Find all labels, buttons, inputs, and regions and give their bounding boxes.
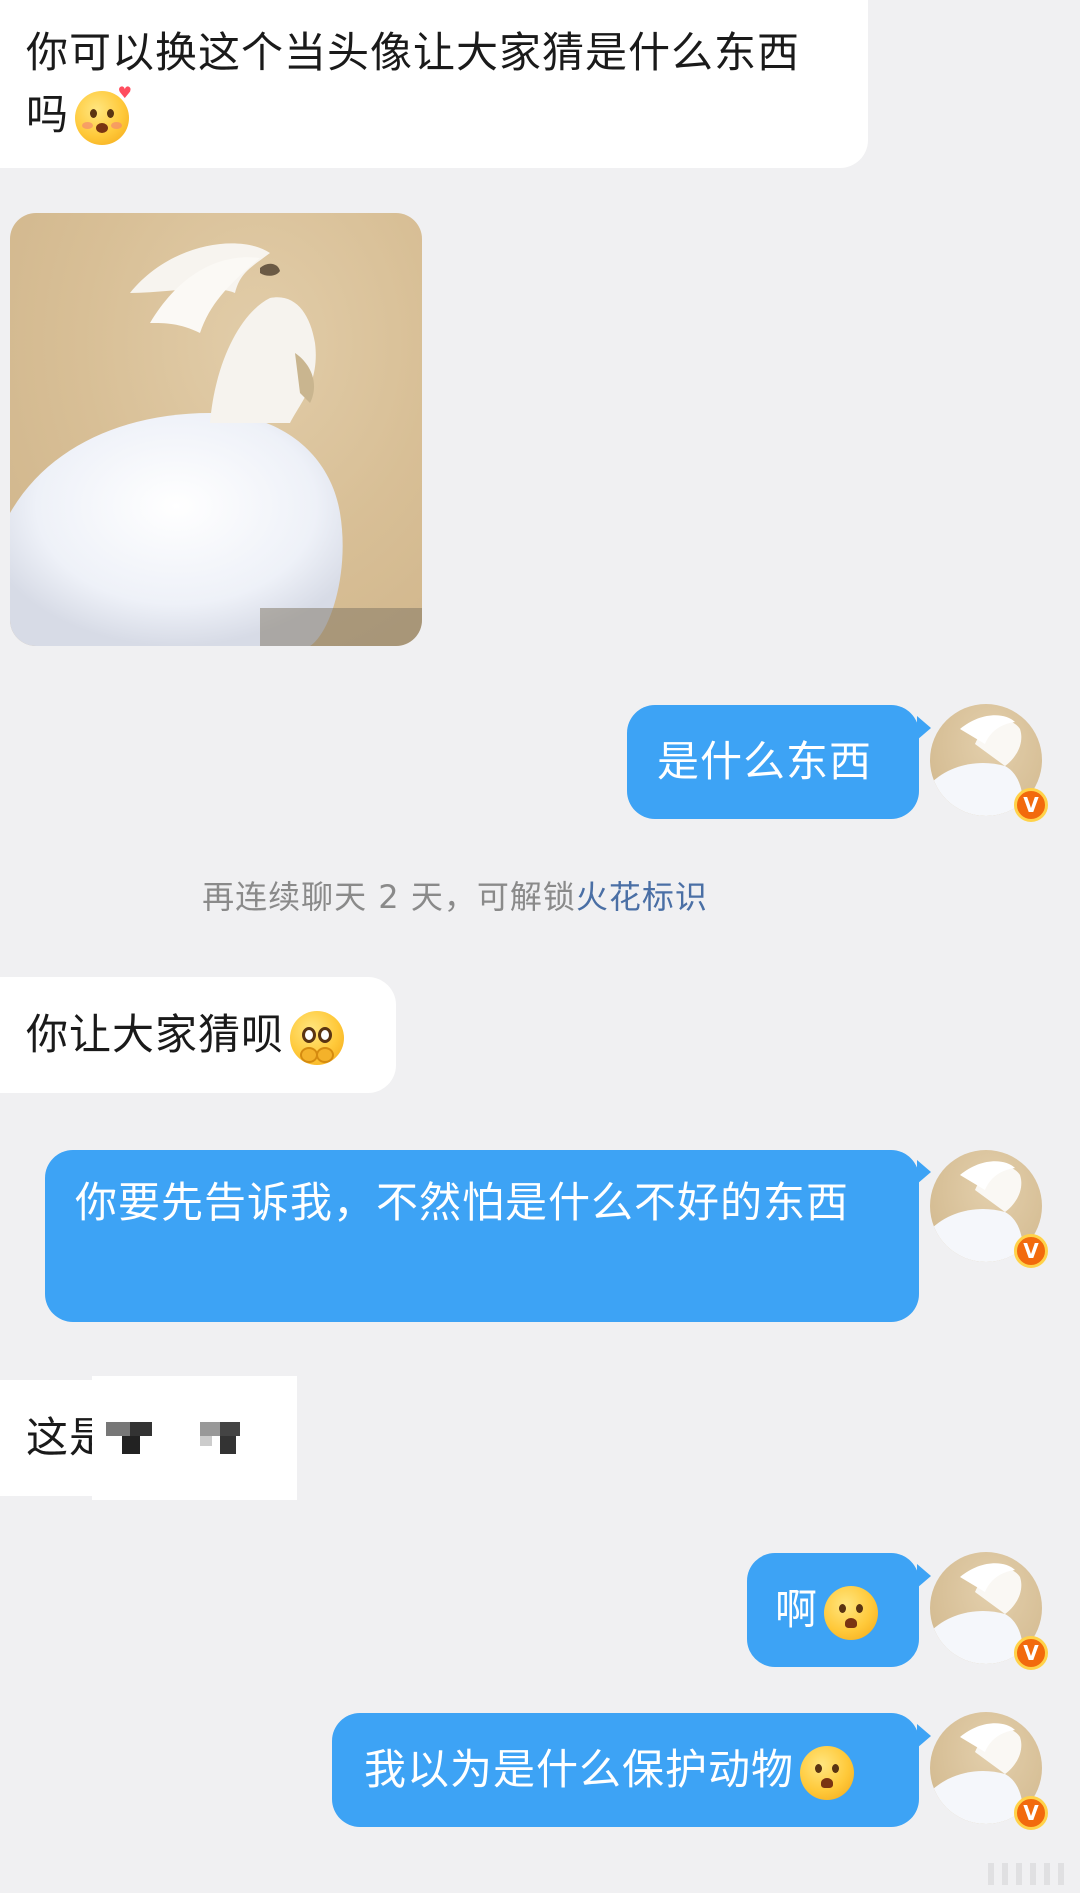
message-text: 是什么东西 bbox=[657, 737, 873, 786]
bubble-tail bbox=[917, 1564, 931, 1588]
my-avatar[interactable]: V bbox=[930, 1552, 1048, 1670]
my-avatar[interactable]: V bbox=[930, 1150, 1048, 1268]
my-avatar[interactable]: V bbox=[930, 704, 1048, 822]
message-text: 你可以换这个当头像让大家猜是什么东西吗 bbox=[26, 28, 801, 139]
bubble-tail bbox=[917, 716, 931, 740]
message-text: 你要先告诉我，不然怕是什么不好的东西 bbox=[75, 1178, 850, 1227]
message-text: 你让大家猜呗 bbox=[26, 1010, 285, 1059]
message-bubble-outgoing[interactable]: 我以为是什么保护动物 bbox=[332, 1713, 919, 1827]
message-bubble-incoming[interactable]: 你可以换这个当头像让大家猜是什么东西吗 ♥ bbox=[0, 0, 868, 168]
message-text: 啊 bbox=[775, 1585, 819, 1634]
message-bubble-outgoing[interactable]: 啊 bbox=[747, 1553, 919, 1667]
bubble-tail bbox=[917, 1160, 931, 1184]
emoji-pleading-icon bbox=[290, 1010, 345, 1065]
notice-text: 再连续聊天 2 天，可解锁 bbox=[202, 878, 576, 916]
my-avatar[interactable]: V bbox=[930, 1712, 1048, 1830]
verified-badge-icon: V bbox=[1014, 1636, 1048, 1670]
message-bubble-outgoing[interactable]: 你要先告诉我，不然怕是什么不好的东西 bbox=[45, 1150, 919, 1322]
verified-badge-icon: V bbox=[1014, 788, 1048, 822]
censor-mask bbox=[92, 1376, 297, 1500]
verified-badge-icon: V bbox=[1014, 1234, 1048, 1268]
emoji-blush-heart-icon: ♥ bbox=[75, 84, 132, 145]
watermark bbox=[988, 1863, 1064, 1885]
emoji-frown-icon bbox=[824, 1585, 879, 1640]
verified-badge-icon: V bbox=[1014, 1796, 1048, 1830]
message-bubble-outgoing[interactable]: 是什么东西 bbox=[627, 705, 919, 819]
bubble-tail bbox=[917, 1724, 931, 1748]
message-bubble-incoming[interactable]: 你让大家猜呗 bbox=[0, 977, 396, 1093]
shared-image[interactable] bbox=[10, 213, 422, 646]
spark-badge-link[interactable]: 火花标识 bbox=[576, 878, 708, 916]
image-content bbox=[10, 243, 422, 646]
message-text: 我以为是什么保护动物 bbox=[364, 1745, 795, 1794]
emoji-frown-icon bbox=[800, 1745, 855, 1800]
system-notice: 再连续聊天 2 天，可解锁火花标识 bbox=[0, 872, 910, 918]
